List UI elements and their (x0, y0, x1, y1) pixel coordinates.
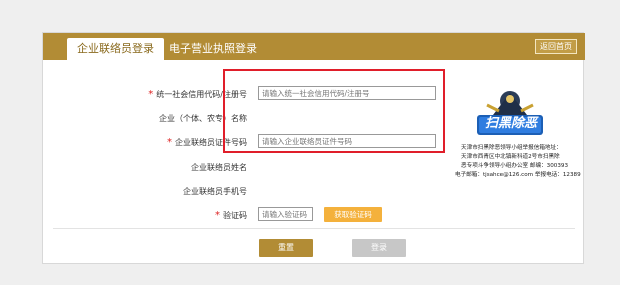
login-panel: 企业联络员登录 电子营业执照登录 返回首页 *统一社会信用代码/注册号 企业（个… (42, 32, 585, 264)
enterprise-name-label: 企业（个体、农专）名称 (159, 114, 247, 123)
sidebar-line-4: 电子邮箱：tjsahce@126.com 举报电话：12389 (455, 172, 581, 178)
liaison-phone-label: 企业联络员手机号 (183, 187, 247, 196)
tab-e-license-login[interactable]: 电子营业执照登录 (169, 38, 257, 60)
liaison-name-label: 企业联络员姓名 (191, 163, 247, 172)
anti-crime-logo: 扫黑除恶 (475, 85, 545, 140)
get-captcha-button[interactable]: 获取验证码 (324, 207, 382, 222)
login-button[interactable]: 登录 (352, 239, 406, 257)
credit-code-input[interactable] (258, 86, 436, 100)
logo-text: 扫黑除恶 (484, 116, 537, 131)
required-mark: * (167, 137, 172, 148)
sidebar-line-3: 恶专项斗争领导小组办公室 邮编：300393 (461, 163, 569, 169)
id-number-label: * 企业联络员证件号码 (167, 137, 247, 148)
sidebar-line-2: 天津市西青区中北镇新科道2号市扫黑除 (461, 154, 560, 160)
required-mark: * (215, 210, 220, 221)
captcha-label: * 验证码 (215, 210, 247, 221)
tab-bar: 企业联络员登录 电子营业执照登录 返回首页 (43, 33, 585, 60)
tab-liaison-login[interactable]: 企业联络员登录 (67, 38, 164, 60)
back-home-button[interactable]: 返回首页 (535, 39, 577, 54)
divider (53, 228, 575, 229)
id-number-input[interactable] (258, 134, 436, 148)
credit-code-label: * 统一社会信用代码/注册号 (148, 89, 247, 100)
required-mark: * (148, 89, 154, 100)
reset-button[interactable]: 重置 (259, 239, 313, 257)
captcha-input[interactable] (258, 207, 313, 221)
sidebar-line-1: 天津市扫黑除恶领导小组举报信箱地址： (461, 145, 562, 151)
